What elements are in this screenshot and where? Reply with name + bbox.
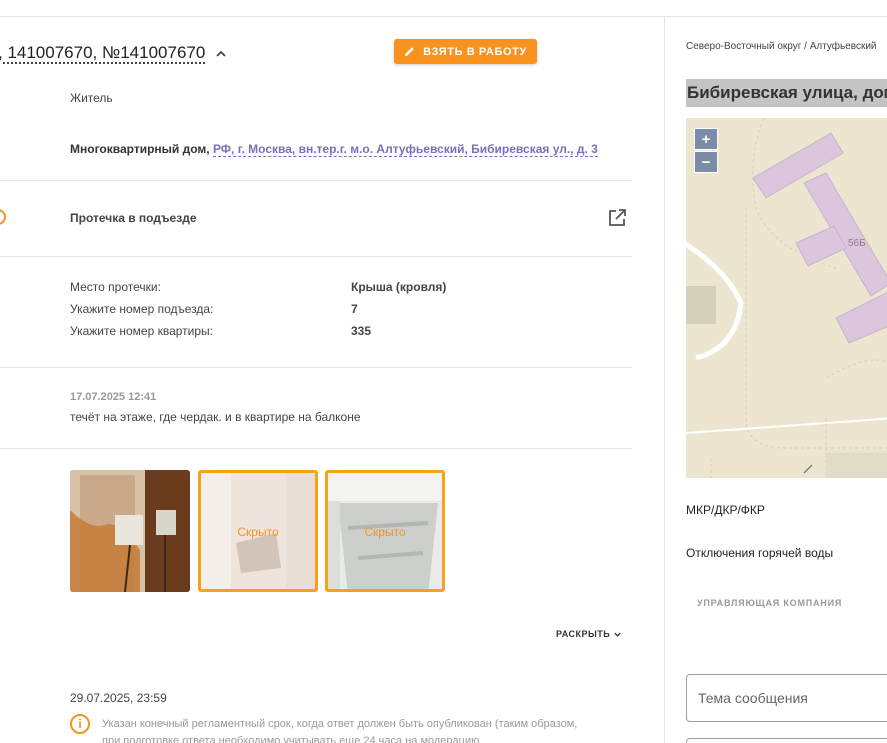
photo-image xyxy=(70,470,190,592)
expand-label: РАСКРЫТЬ xyxy=(556,629,611,639)
chevron-down-icon xyxy=(614,632,621,637)
divider xyxy=(0,180,632,181)
section-hot-water: Отключения горячей воды xyxy=(686,546,834,560)
deadline-info-text: Указан конечный регламентный срок, когда… xyxy=(102,718,578,743)
ticket-title[interactable]: , 141007670, №141007670 xyxy=(0,43,227,64)
status-circle-icon xyxy=(0,209,6,225)
message-subject-input[interactable] xyxy=(686,674,887,722)
detail-value: Крыша (кровля) xyxy=(351,280,447,294)
section-mkr: МКР/ДКР/ФКР xyxy=(686,503,765,517)
zoom-in-button[interactable]: + xyxy=(694,128,718,150)
top-bar xyxy=(0,0,887,17)
comment-text: течёт на этаже, где чердак. и в квартире… xyxy=(70,410,361,424)
take-to-work-label: ВЗЯТЬ В РАБОТУ xyxy=(423,45,527,58)
hidden-photo-thumbnail[interactable]: Скрыто xyxy=(198,470,318,592)
ticket-number[interactable]: , 141007670, №141007670 xyxy=(0,43,206,64)
deadline-date: 29.07.2025, 23:59 xyxy=(70,691,167,705)
chevron-up-icon[interactable] xyxy=(215,48,227,60)
divider xyxy=(0,256,632,257)
photo-thumbnail[interactable] xyxy=(70,470,190,592)
ticket-panel: , 141007670, №141007670 ВЗЯТЬ В РАБОТУ Ж… xyxy=(0,17,664,743)
object-address-line: Многоквартирный дом, РФ, г. Москва, вн.т… xyxy=(70,142,598,157)
address-title: Бибиревская улица, дом 3 xyxy=(686,79,887,107)
divider xyxy=(0,367,632,368)
detail-label: Укажите номер подъезда: xyxy=(70,302,214,316)
detail-value: 335 xyxy=(351,324,372,338)
open-external-icon[interactable] xyxy=(607,208,627,228)
building-label: 56Б xyxy=(848,238,866,249)
hidden-label: Скрыто xyxy=(237,525,279,539)
hidden-label: Скрыто xyxy=(364,525,406,539)
message-body-input[interactable] xyxy=(686,738,887,743)
map[interactable]: + − 56Б xyxy=(686,118,887,478)
category-title: Протечка в подъезде xyxy=(70,211,197,225)
breadcrumb: Северо-Восточный округ / Алтуфьевский xyxy=(686,41,877,52)
detail-label: Укажите номер квартиры: xyxy=(70,324,214,338)
address-panel: Северо-Восточный округ / Алтуфьевский Би… xyxy=(665,17,887,743)
info-icon: i xyxy=(70,714,90,734)
object-address-link[interactable]: РФ, г. Москва, вн.тер.г. м.о. Алтуфьевск… xyxy=(212,142,598,157)
detail-label: Место протечки: xyxy=(70,280,161,294)
object-type: Многоквартирный дом, xyxy=(70,142,210,156)
take-to-work-button[interactable]: ВЗЯТЬ В РАБОТУ xyxy=(394,39,537,64)
detail-value: 7 xyxy=(351,302,358,316)
comment-date: 17.07.2025 12:41 xyxy=(70,391,157,403)
zoom-out-button[interactable]: − xyxy=(694,151,718,173)
managing-company-tab[interactable]: УПРАВЛЯЮЩАЯ КОМПАНИЯ xyxy=(697,598,842,608)
pencil-icon xyxy=(405,47,414,57)
divider xyxy=(0,448,632,449)
author-role: Житель xyxy=(70,91,113,105)
expand-button[interactable]: РАСКРЫТЬ xyxy=(556,629,622,639)
hidden-photo-thumbnail[interactable]: Скрыто xyxy=(325,470,445,592)
